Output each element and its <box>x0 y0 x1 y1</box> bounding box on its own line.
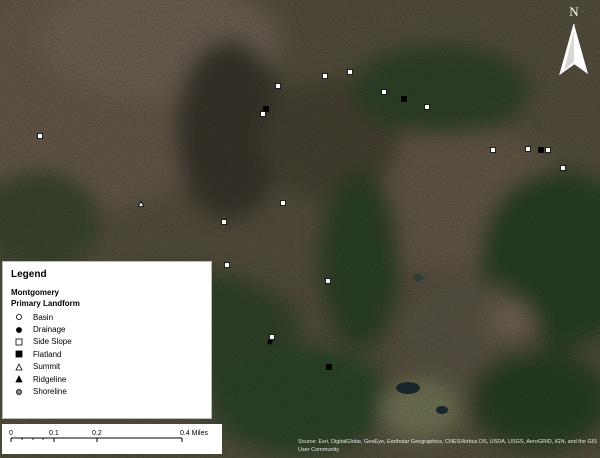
landform-marker[interactable] <box>37 133 43 139</box>
legend-symbol-icon <box>15 350 23 358</box>
north-arrow-icon <box>559 23 588 76</box>
landform-marker[interactable] <box>267 339 273 345</box>
scale-bar-graphic <box>10 437 183 442</box>
landform-marker[interactable] <box>424 104 430 110</box>
landform-marker[interactable] <box>560 165 566 171</box>
landform-marker[interactable] <box>322 73 328 79</box>
scale-tick-1: 0.1 <box>49 430 59 437</box>
legend-symbol-icon <box>16 314 22 321</box>
map-legend: Legend Montgomery Primary Landform Basin… <box>2 261 212 419</box>
legend-item-label: Side Slope <box>33 337 72 347</box>
scale-bar: 0 0.1 0.2 0.4 Miles <box>2 424 222 454</box>
legend-item-drainage: Drainage <box>13 323 203 335</box>
legend-symbol-icon <box>15 375 23 383</box>
scale-tick-2: 0.2 <box>92 430 102 437</box>
legend-item-ridgeline: Ridgeline <box>13 373 203 385</box>
landform-marker[interactable] <box>260 111 266 117</box>
map-attribution: Source: Esri, DigitalGlobe, GeoEye, Eart… <box>298 439 597 453</box>
legend-symbol-icon <box>15 362 23 371</box>
landform-marker[interactable] <box>525 146 531 152</box>
landform-marker[interactable] <box>221 219 227 225</box>
legend-item-shoreline: Shoreline <box>13 385 203 397</box>
landform-marker[interactable] <box>381 89 387 95</box>
legend-title: Legend <box>11 269 47 280</box>
legend-symbol-icon <box>15 338 23 346</box>
landform-marker[interactable] <box>326 364 332 370</box>
legend-item-summit: Summit <box>13 361 203 373</box>
legend-item-label: Flatland <box>33 349 62 359</box>
legend-item-flatland: Flatland <box>13 348 203 360</box>
landform-marker[interactable] <box>280 200 286 206</box>
landform-marker[interactable] <box>263 106 269 112</box>
legend-items: Basin Drainage Side Slope Flatland Summit Rid… <box>11 311 203 398</box>
landform-marker[interactable] <box>401 96 407 102</box>
legend-item-label: Ridgeline <box>33 374 67 384</box>
legend-item-side-slope: Side Slope <box>13 336 203 348</box>
landform-marker[interactable] <box>538 147 544 153</box>
landform-marker[interactable] <box>269 334 275 340</box>
legend-layer-name: Montgomery <box>11 288 59 297</box>
landform-marker[interactable] <box>490 147 496 153</box>
legend-item-label: Drainage <box>33 325 66 335</box>
north-arrow: N <box>556 4 592 76</box>
legend-field-name: Primary Landform <box>11 299 80 308</box>
landform-marker[interactable] <box>545 147 551 153</box>
landform-marker[interactable] <box>347 69 353 75</box>
legend-symbol-icon <box>16 326 22 333</box>
scale-tick-3: 0.4 Miles <box>180 430 209 437</box>
legend-symbol-icon <box>16 388 22 395</box>
scale-tick-0: 0 <box>9 430 13 437</box>
legend-item-label: Summit <box>33 362 61 372</box>
north-label: N <box>569 4 579 19</box>
legend-item-label: Shoreline <box>33 387 67 397</box>
legend-item-basin: Basin <box>13 311 203 323</box>
landform-marker[interactable] <box>275 83 281 89</box>
landform-marker[interactable] <box>224 262 230 268</box>
landform-marker[interactable] <box>325 278 331 284</box>
legend-item-label: Basin <box>33 312 54 322</box>
